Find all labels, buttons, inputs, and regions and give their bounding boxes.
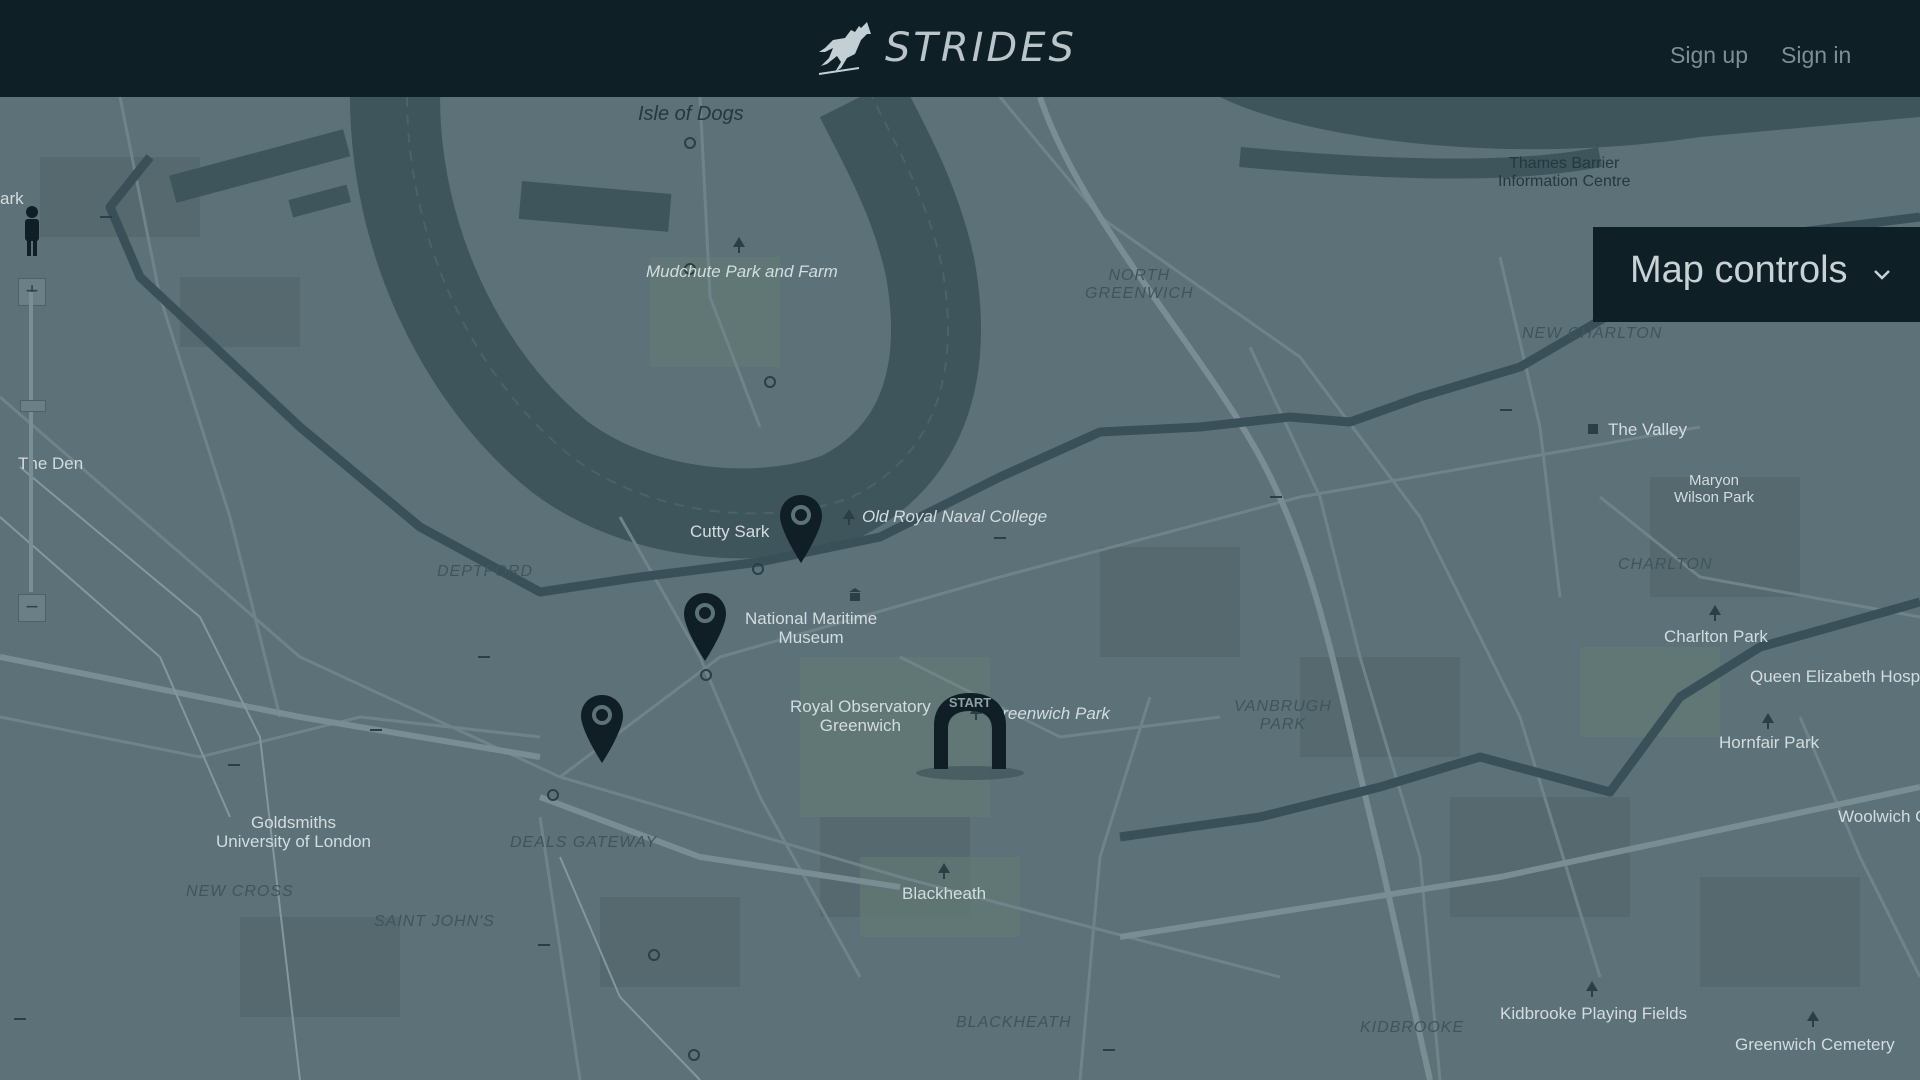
label-north-greenwich-line1: NORTH	[1108, 267, 1171, 284]
park-tree-icon	[1807, 1011, 1819, 1027]
label-charlton: CHARLTON	[1618, 556, 1713, 573]
label-maritime-line2: Museum	[778, 628, 844, 647]
start-arch-icon: START	[916, 693, 1024, 780]
museum-icon	[849, 588, 861, 601]
label-vanbrugh-park: VANBRUGH PARK	[1234, 698, 1332, 734]
brand-name: STRIDES	[885, 25, 1077, 71]
label-saint-johns: SAINT JOHN'S	[374, 913, 495, 930]
label-maryon-wilson-park: Maryon Wilson Park	[1674, 472, 1754, 506]
zoom-slider-track[interactable]	[29, 292, 33, 592]
label-the-valley: The Valley	[1608, 420, 1688, 439]
zoom-slider-handle[interactable]	[20, 400, 46, 412]
label-kidbrooke-playing-fields: Kidbrooke Playing Fields	[1500, 1004, 1688, 1023]
gazelle-logo-icon	[818, 22, 871, 75]
label-new-charlton: NEW CHARLTON	[1522, 325, 1663, 342]
park-tree-icon	[938, 863, 950, 879]
route-marker-pin[interactable]	[777, 493, 825, 571]
route-marker-pin[interactable]	[578, 693, 626, 771]
label-north-greenwich-line2: GREENWICH	[1085, 285, 1194, 302]
start-label: START	[949, 695, 991, 710]
top-navbar: STRIDES Sign up Sign in	[0, 0, 1920, 97]
start-arch-marker[interactable]: START	[910, 689, 1030, 781]
map-view[interactable]: Isle of Dogs Mudchute Park and Farm NORT…	[0, 97, 1920, 1080]
label-maryon-line2: Wilson Park	[1674, 489, 1755, 506]
park-tree-icon	[1762, 713, 1774, 729]
label-kidbrooke: KIDBROOKE	[1360, 1019, 1465, 1036]
label-new-cross: NEW CROSS	[186, 883, 294, 900]
brand[interactable]: STRIDES	[815, 18, 1077, 78]
label-goldsmiths-line2: University of London	[216, 832, 371, 851]
zoom-out-button[interactable]: −	[18, 594, 46, 622]
chevron-down-icon	[1874, 270, 1890, 280]
label-goldsmiths-line1: Goldsmiths	[250, 813, 336, 832]
label-cutty-sark: Cutty Sark	[690, 522, 770, 541]
label-thames-barrier-line1: Thames Barrier	[1509, 155, 1620, 172]
label-maryon-line1: Maryon	[1689, 472, 1740, 489]
park-tree-icon	[1586, 981, 1598, 997]
label-hornfair-park: Hornfair Park	[1719, 733, 1820, 752]
street-view-pegman-icon[interactable]	[18, 204, 46, 260]
stadium-icon	[1588, 424, 1598, 434]
label-greenwich-cemetery: Greenwich Cemetery	[1735, 1035, 1895, 1054]
label-goldsmiths: Goldsmiths University of London	[216, 813, 371, 851]
label-thames-barrier-line2: Information Centre	[1498, 173, 1631, 190]
map-controls-toggle[interactable]: Map controls	[1593, 227, 1920, 322]
park-tree-icon	[1709, 605, 1721, 621]
label-woolwich: Woolwich C	[1838, 807, 1920, 826]
label-vanbrugh-line2: PARK	[1259, 716, 1307, 733]
label-deptford: DEPTFORD	[437, 563, 533, 580]
label-isle-of-dogs: Isle of Dogs	[638, 103, 744, 125]
sign-in-link[interactable]: Sign in	[1781, 42, 1851, 69]
sign-up-link[interactable]: Sign up	[1670, 42, 1748, 69]
zoom-control: + −	[18, 204, 46, 634]
label-old-royal-naval-college: Old Royal Naval College	[862, 507, 1048, 526]
label-vanbrugh-line1: VANBRUGH	[1234, 698, 1332, 715]
label-charlton-park: Charlton Park	[1664, 627, 1768, 646]
route-marker-pin[interactable]	[681, 591, 729, 669]
label-north-greenwich: NORTH GREENWICH	[1085, 267, 1194, 303]
label-mudchute: Mudchute Park and Farm	[646, 262, 838, 281]
map-controls-title: Map controls	[1630, 249, 1848, 291]
label-thames-barrier: Thames Barrier Information Centre	[1498, 155, 1631, 191]
label-blackheath: Blackheath	[902, 884, 987, 903]
label-queen-elizabeth: Queen Elizabeth Hospi	[1750, 667, 1920, 686]
label-deals-gateway: DEALS GATEWAY	[510, 834, 658, 851]
label-national-maritime-museum: National Maritime Museum	[745, 609, 877, 647]
park-tree-icon	[733, 237, 745, 253]
label-blackheath-district: BLACKHEATH	[956, 1014, 1072, 1031]
label-maritime-line1: National Maritime	[745, 609, 878, 628]
park-tree-icon	[843, 509, 855, 525]
